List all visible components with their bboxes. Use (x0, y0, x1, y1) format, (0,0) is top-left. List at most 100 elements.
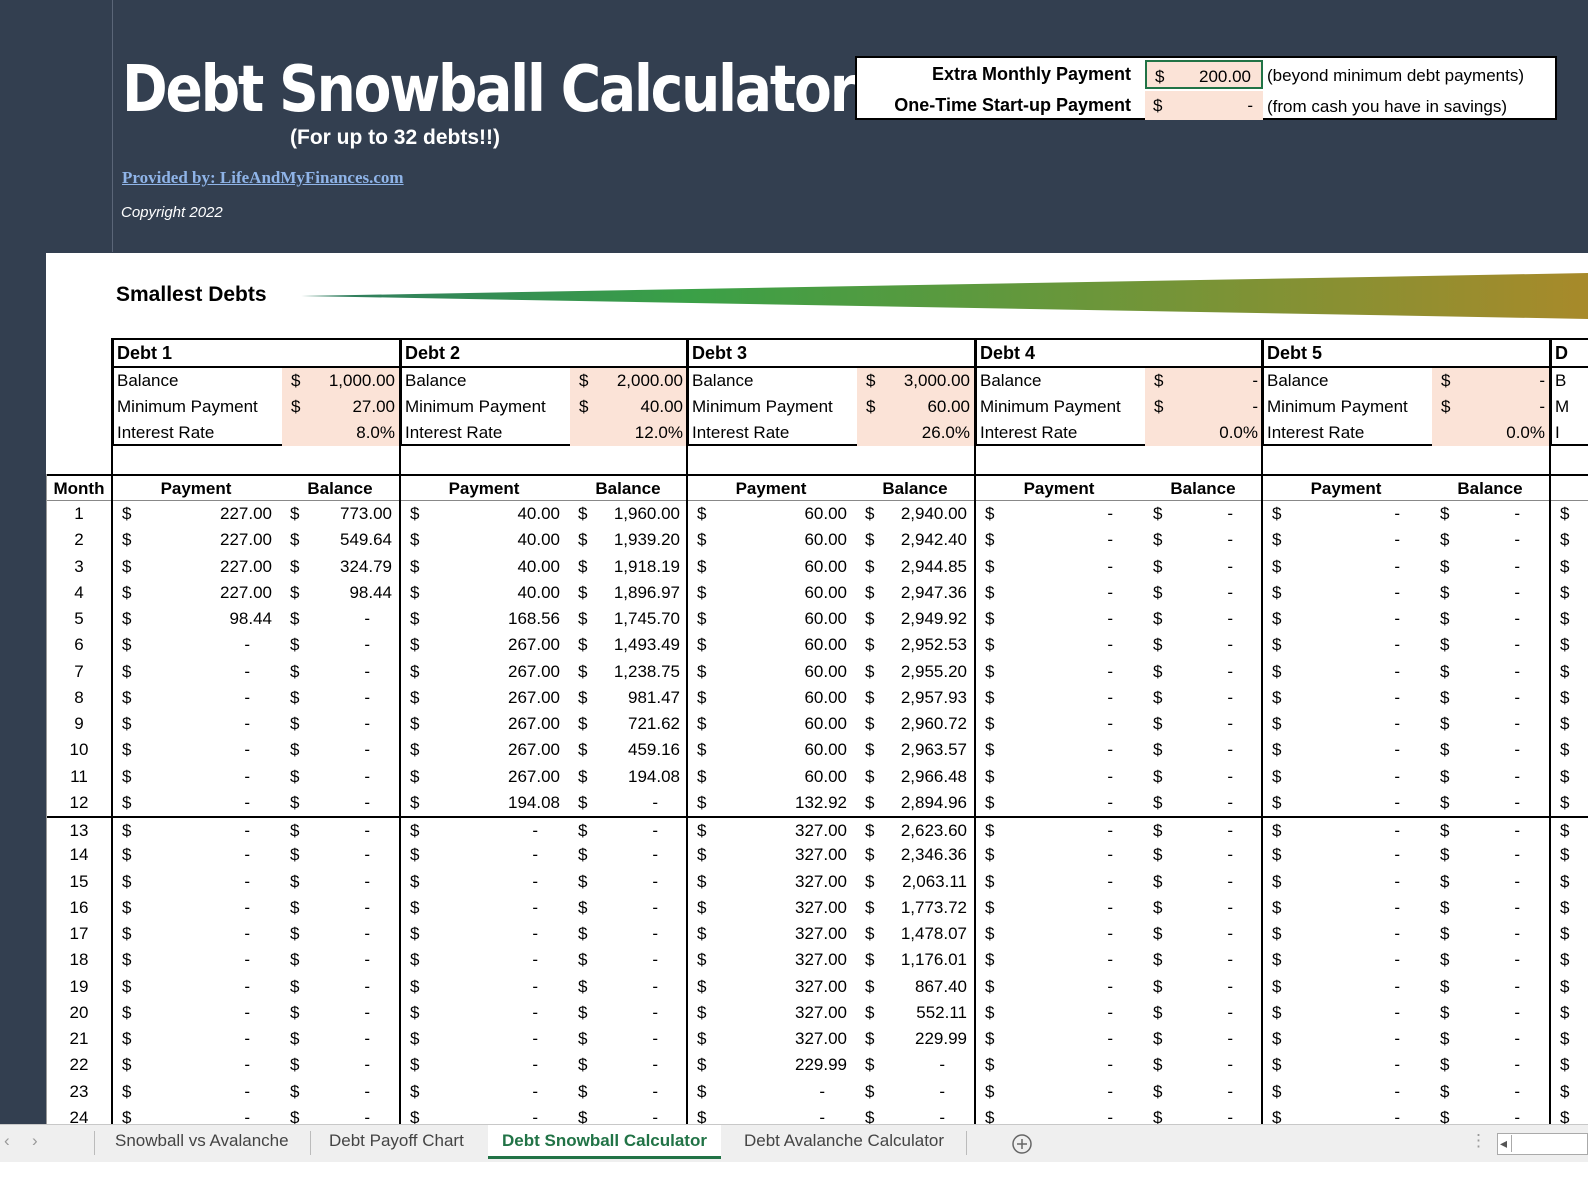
table-row: 15 $ - $ - $ - $ - $327.00 $2,063.11 $ - $ - $ - $ - $ (46, 869, 1588, 895)
schedule-header-row: Month Payment Balance Payment Balance Payment… (46, 474, 1588, 501)
tab-snowball-vs-avalanche[interactable]: Snowball vs Avalanche (115, 1131, 289, 1151)
payment-cell: - (1107, 582, 1113, 602)
payment-cell: 60.00 (804, 530, 847, 550)
currency-symbol: $ (865, 1107, 875, 1125)
debt-balance-input[interactable]: $ 2,000.00 (570, 368, 688, 394)
debt-min-payment-input[interactable]: $ - (1145, 394, 1263, 420)
currency-symbol: $ (985, 530, 995, 550)
table-row: 8 $ - $ - $267.00 $981.47 $60.00 $2,957.93 $ - $ - $ -… (46, 685, 1588, 711)
debt-min-payment-input[interactable]: $ 40.00 (570, 394, 688, 420)
balance-cell: - (1227, 556, 1233, 576)
currency-symbol: $ (1153, 530, 1163, 550)
balance-cell: 773.00 (340, 504, 392, 523)
onetime-payment-label: One-Time Start-up Payment (894, 95, 1131, 115)
currency-symbol: $ (578, 530, 588, 550)
plus-circle-icon[interactable] (1011, 1133, 1033, 1155)
debt-balance-input[interactable]: $ 3,000.00 (857, 368, 975, 394)
payment-cell: - (1107, 504, 1113, 523)
balance-cell: - (1514, 1029, 1520, 1048)
balance-cell: - (1227, 1029, 1233, 1048)
balance-cell: - (1514, 897, 1520, 917)
currency-symbol: $ (410, 845, 420, 865)
debt-rate-input[interactable]: 0.0% (1145, 420, 1263, 446)
currency-symbol: $ (122, 871, 132, 891)
month-cell: 5 (74, 609, 84, 628)
balance-cell: - (364, 976, 370, 996)
tab-debt-payoff-chart[interactable]: Debt Payoff Chart (329, 1131, 464, 1151)
balance-cell: - (652, 976, 658, 996)
scroll-left-icon[interactable]: ◂ (1500, 1135, 1513, 1152)
extra-payment-input[interactable]: $ 200.00 (1145, 60, 1263, 89)
currency-symbol: $ (1153, 1029, 1163, 1048)
currency-symbol: $ (697, 504, 707, 523)
debt-rate-input[interactable]: 0.0% (1432, 420, 1550, 446)
debt-min-payment-input[interactable]: $ 27.00 (282, 394, 400, 420)
month-cell: 16 (69, 897, 89, 917)
debt-min-payment-input[interactable]: $ - (1432, 394, 1550, 420)
chevron-left-icon[interactable]: ‹ (4, 1131, 10, 1151)
currency-symbol: $ (1440, 976, 1450, 996)
debt-balance-input[interactable]: $ 1,000.00 (282, 368, 400, 394)
tab-debt-avalanche-calculator[interactable]: Debt Avalanche Calculator (744, 1131, 944, 1151)
currency-symbol: $ (985, 714, 995, 733)
payment-cell: - (244, 1107, 250, 1125)
balance-cell: - (1514, 1002, 1520, 1022)
debt-min-payment-input[interactable]: $ 60.00 (857, 394, 975, 420)
payment-header: Payment (735, 479, 807, 498)
balance-cell: 981.47 (628, 687, 680, 707)
debt-balance-input[interactable]: $ - (1432, 368, 1550, 394)
currency-symbol: $ (290, 766, 300, 786)
currency-symbol: $ (578, 504, 588, 523)
more-options-icon[interactable]: ⋮ (1470, 1131, 1487, 1151)
currency-symbol: $ (1272, 821, 1282, 840)
balance-cell: - (652, 1107, 658, 1125)
table-row: 9 $ - $ - $267.00 $721.62 $60.00 $2,960.72 $ - $ - $ -… (46, 711, 1588, 737)
table-row: 18 $ - $ - $ - $ - $327.00 $1,176.01 $ - $ - $ - $ - $ (46, 947, 1588, 973)
currency-symbol: $ (122, 924, 132, 943)
table-row: 19 $ - $ - $ - $ - $327.00 $867.40 $ - $ - $ - $ - $ (46, 974, 1588, 1000)
currency-symbol: $ (1153, 871, 1163, 891)
currency-symbol: $ (1440, 1002, 1450, 1022)
payment-cell: 227.00 (220, 556, 272, 576)
payment-cell: - (1394, 661, 1400, 681)
debt-rate-input[interactable]: 8.0% (282, 420, 400, 446)
balance-cell: 1,176.01 (900, 950, 967, 970)
currency-symbol: $ (985, 504, 995, 523)
currency-symbol: $ (1153, 821, 1163, 840)
currency-symbol: $ (1560, 635, 1570, 655)
horizontal-scrollbar[interactable]: ◂ (1497, 1133, 1588, 1155)
currency-symbol: $ (1272, 845, 1282, 865)
balance-cell: 2,955.20 (900, 661, 967, 681)
month-cell: 21 (69, 1029, 89, 1048)
tab-debt-snowball-calculator[interactable]: Debt Snowball Calculator (488, 1125, 721, 1159)
balance-cell: - (1227, 976, 1233, 996)
debt-balance-row: Balance $ 3,000.00 (689, 368, 975, 394)
onetime-payment-input[interactable]: $ - (1145, 91, 1263, 120)
debt-rate-input[interactable]: 12.0% (570, 420, 688, 446)
payment-cell: - (1394, 871, 1400, 891)
currency-symbol: $ (697, 530, 707, 550)
currency-symbol: $ (578, 792, 588, 812)
currency-symbol: $ (697, 950, 707, 970)
column-divider (974, 338, 976, 1125)
currency-symbol: $ (410, 661, 420, 681)
currency-symbol: $ (697, 821, 707, 840)
payment-cell: - (1394, 609, 1400, 628)
payment-cell: - (1394, 1002, 1400, 1022)
sheet-grid[interactable]: Smallest Debts Debt 1 Balance $ 1,000.00… (46, 253, 1588, 1125)
debt-balance-input[interactable]: $ - (1145, 368, 1263, 394)
payment-cell: - (1107, 661, 1113, 681)
balance-cell: 459.16 (628, 740, 680, 760)
payment-cell: - (1394, 1107, 1400, 1125)
debt-rate-input[interactable]: 26.0% (857, 420, 975, 446)
table-row: 13 $ - $ - $ - $ - $327.00 $2,623.60 $ - $ - $ - $ - $ (46, 816, 1588, 842)
provider-link[interactable]: Provided by: LifeAndMyFinances.com (122, 168, 404, 188)
currency-symbol: $ (410, 609, 420, 628)
balance-cell: - (364, 1029, 370, 1048)
tab-divider (310, 1131, 311, 1155)
debt-min-payment-row: Minimum Payment $ - (1264, 394, 1550, 420)
payment-cell: 132.92 (795, 792, 847, 812)
chevron-right-icon[interactable]: › (32, 1131, 38, 1151)
extra-payment-label: Extra Monthly Payment (931, 64, 1131, 84)
tab-divider (966, 1131, 967, 1155)
